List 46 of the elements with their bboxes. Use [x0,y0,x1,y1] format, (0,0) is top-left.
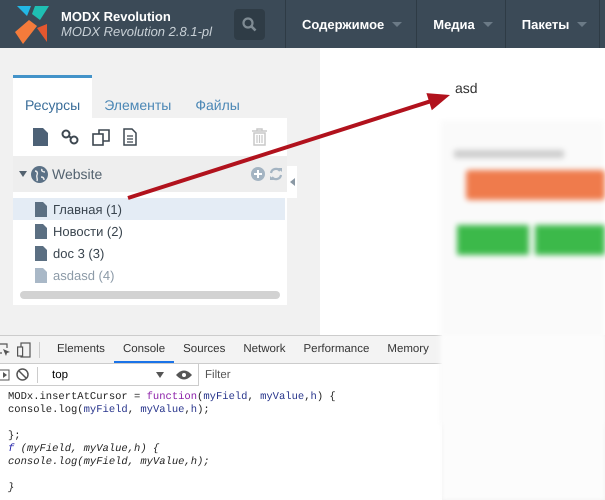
tree-item[interactable]: Главная (1) [13,198,285,220]
tree-item-label: Новости (2) [53,224,123,238]
copy-icon[interactable] [92,128,110,146]
tree-item-label: Главная (1) [53,202,122,216]
document-icon [35,246,47,260]
devtools-tab[interactable]: Sources [174,336,234,363]
version-text: MODX Revolution 2.8.1-pl [61,24,214,39]
caret-icon [392,22,402,26]
new-document-icon[interactable] [33,128,48,146]
device-icon[interactable] [17,342,31,358]
devtools-tab[interactable]: Console [114,336,174,363]
search-icon [242,16,257,32]
filter-field[interactable]: Filter [198,364,442,386]
globe-icon [31,166,48,182]
tree-item[interactable]: doc 3 (3) [13,242,285,264]
context-select[interactable]: top [46,368,170,380]
tree-item[interactable]: Новости (2) [13,220,285,242]
caret-icon [482,22,493,26]
console-message: MODx.insertAtCursor = function(myField, myValue,h) { console.log(myField, myValue,h); }; [8,391,337,443]
collapse-arrow-icon [290,178,294,186]
sidebar-toggle-icon[interactable] [0,368,10,380]
caret-icon [577,22,588,26]
search-button[interactable] [234,8,265,40]
content-text: asd [455,80,478,96]
app-title: MODX Revolution [61,9,172,24]
devtools-tab[interactable]: Memory [378,336,438,363]
link-icon[interactable] [61,129,79,145]
eye-icon[interactable] [176,370,192,380]
console-message: f (myField, myValue,h) { console.log(myField, myValue,h); } [8,443,211,495]
document-icon [35,224,47,238]
devtools-tab[interactable]: Elements [48,336,114,363]
clear-icon[interactable] [16,368,29,381]
devtools-tab[interactable]: Performance [294,336,378,363]
tree-item-label: doc 3 (3) [53,246,104,260]
sidebar-tab[interactable]: Ресурсы [13,75,92,118]
devtools-tab[interactable]: Network [234,336,295,363]
caret-icon [156,372,164,378]
tree-item-label: asdasd (4) [53,268,114,282]
inspect-icon[interactable] [0,342,11,356]
logo-icon [13,6,51,44]
document-icon [35,202,47,216]
collapse-handle[interactable] [287,166,297,198]
document-icon [35,268,47,282]
scrollbar[interactable] [20,291,280,299]
text-document-icon[interactable] [123,128,137,146]
expand-caret-icon[interactable] [19,171,27,177]
